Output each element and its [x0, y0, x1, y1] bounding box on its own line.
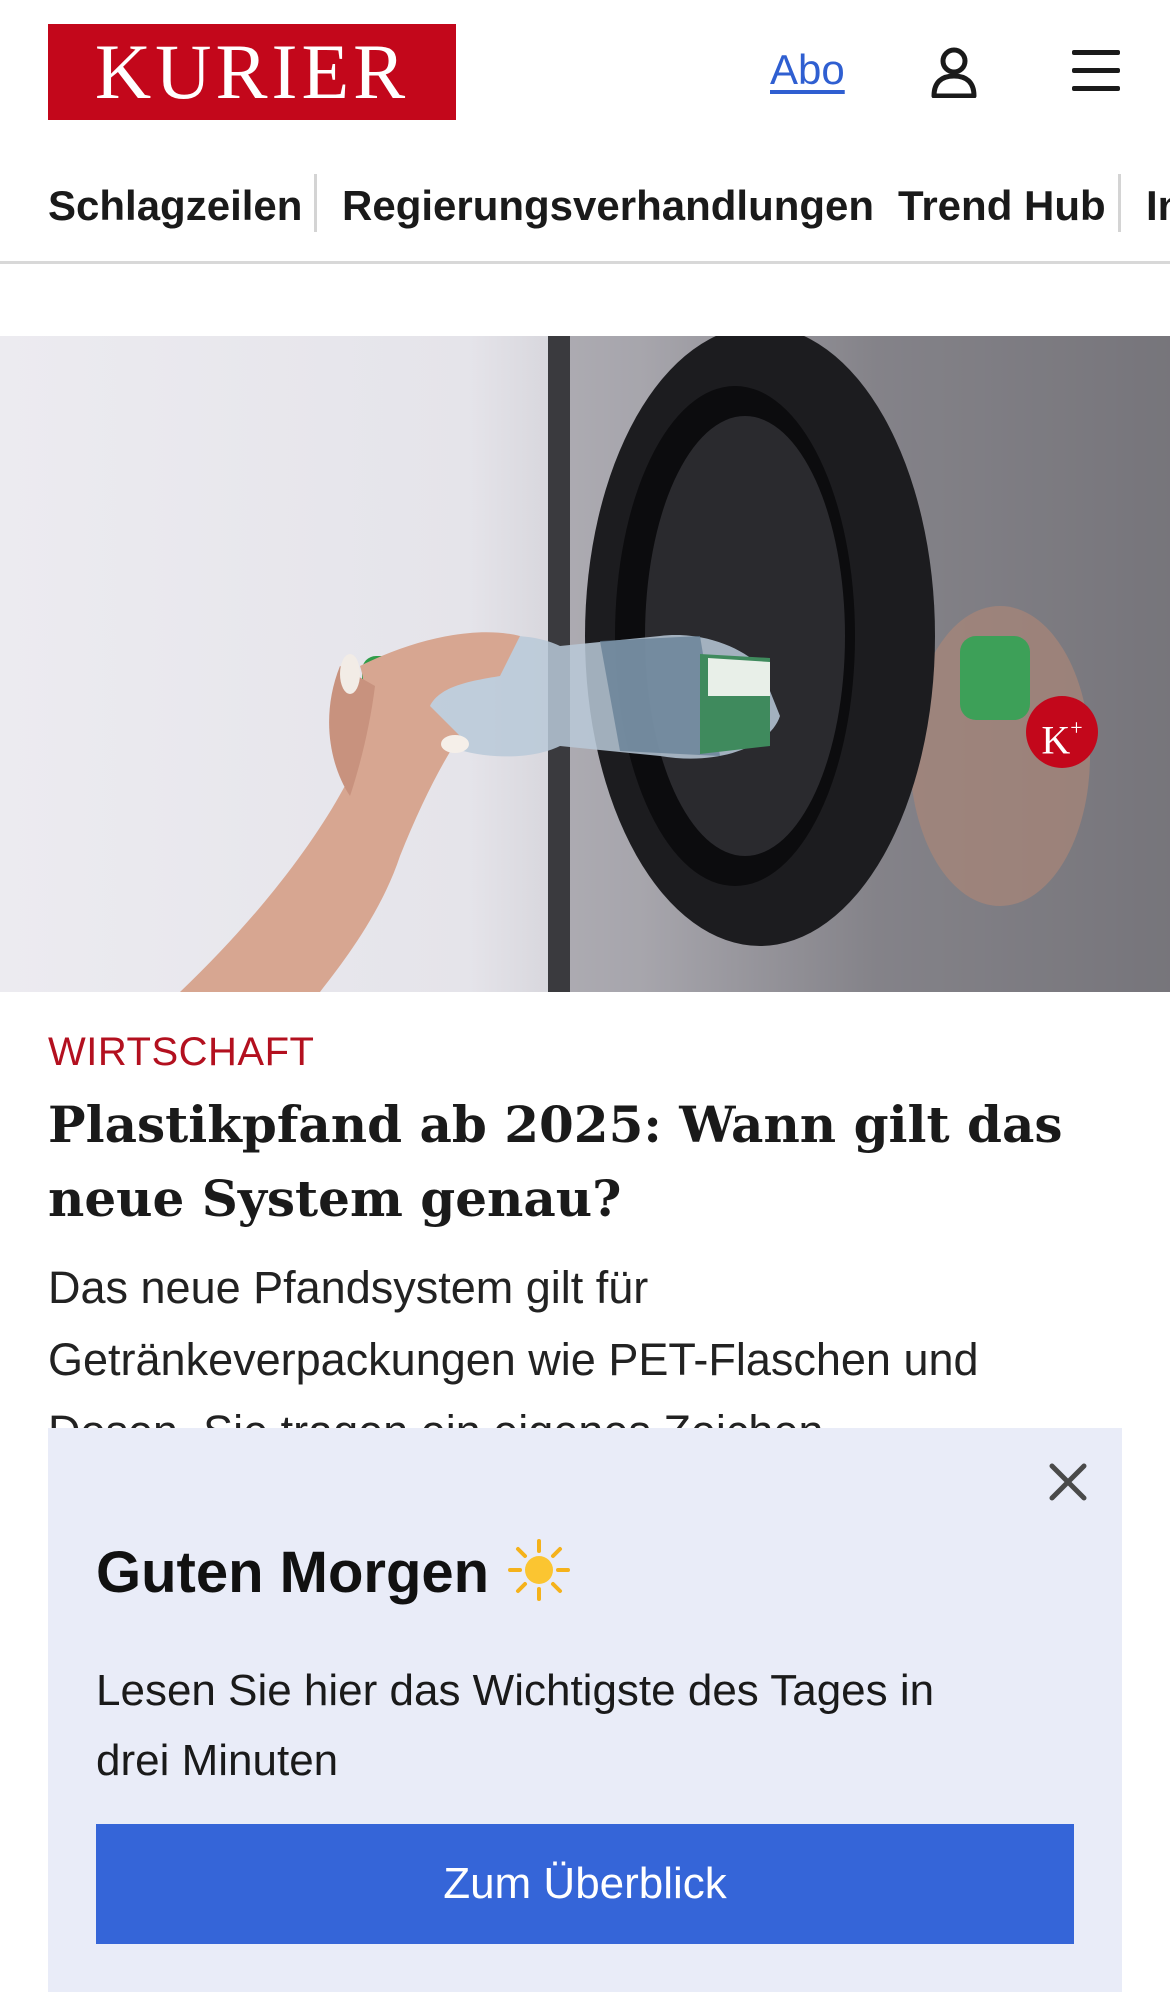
close-icon[interactable] — [1044, 1458, 1092, 1506]
site-header: KURIER Abo — [0, 0, 1170, 146]
nav-item-trend-hub[interactable]: Trend Hub — [898, 176, 1106, 236]
popup-title-text: Guten Morgen — [96, 1540, 490, 1605]
premium-badge: K+ — [1026, 696, 1098, 768]
section-nav: Schlagzeilen Regierungsverhandlungen Tre… — [0, 164, 1170, 264]
sun-icon — [507, 1538, 571, 1602]
kurier-logo[interactable]: KURIER — [48, 24, 456, 120]
overview-button[interactable]: Zum Überblick — [96, 1824, 1074, 1944]
abo-link[interactable]: Abo — [770, 46, 845, 94]
popup-description: Lesen Sie hier das Wichtigste des Tages … — [96, 1666, 935, 1785]
page: KURIER Abo Schlagzeilen Regierungsverhan… — [0, 0, 1170, 1992]
article-category[interactable]: WIRTSCHAFT — [48, 1030, 314, 1075]
nav-divider — [314, 174, 317, 232]
popup-title: Guten Morgen — [96, 1538, 571, 1606]
bottle-return-photo — [180, 336, 1170, 992]
plus-sign: + — [1070, 715, 1083, 740]
morning-briefing-popup: Guten Morgen Lesen Sie hier das Wichtigs… — [48, 1428, 1122, 1992]
nav-item-schlagzeilen[interactable]: Schlagzeilen — [48, 176, 302, 236]
nav-divider — [1118, 174, 1121, 232]
article-headline[interactable]: Plastikpfand ab 2025: Wann gilt das neue… — [48, 1088, 1128, 1236]
user-icon[interactable] — [930, 46, 978, 99]
article-hero-image[interactable]: K+ — [0, 336, 1170, 992]
nav-item-regierungsverhandlungen[interactable]: Regierungsverhandlungen — [342, 176, 874, 236]
nav-item-partial[interactable]: In — [1146, 176, 1170, 236]
hamburger-menu-icon[interactable] — [1070, 48, 1122, 94]
